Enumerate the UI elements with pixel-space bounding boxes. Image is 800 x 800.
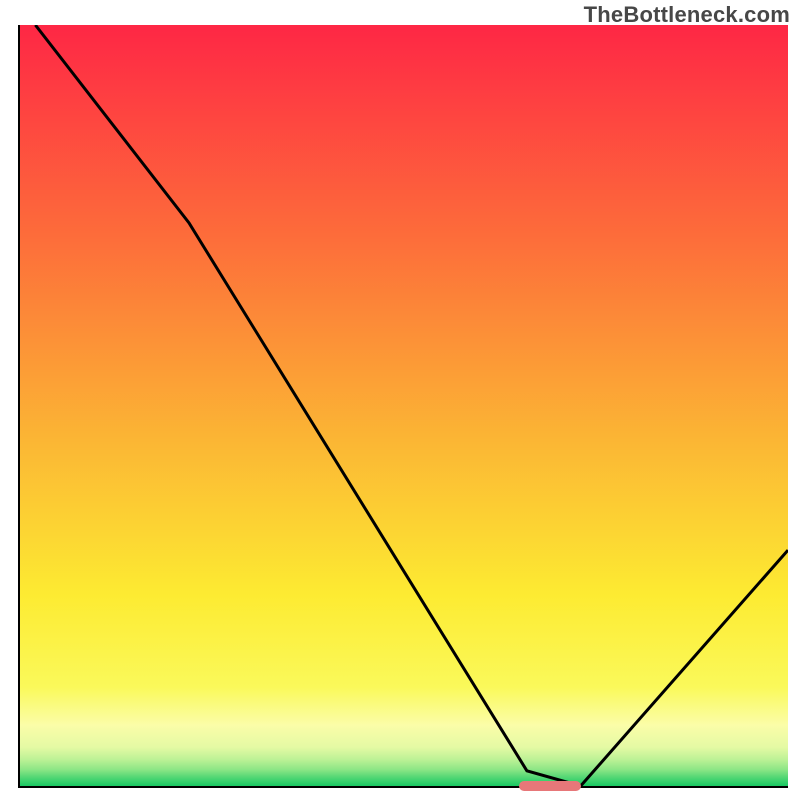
bottleneck-curve (20, 25, 788, 786)
optimal-range-marker (519, 781, 580, 791)
plot-area (18, 25, 788, 788)
chart-container: TheBottleneck.com (0, 0, 800, 800)
